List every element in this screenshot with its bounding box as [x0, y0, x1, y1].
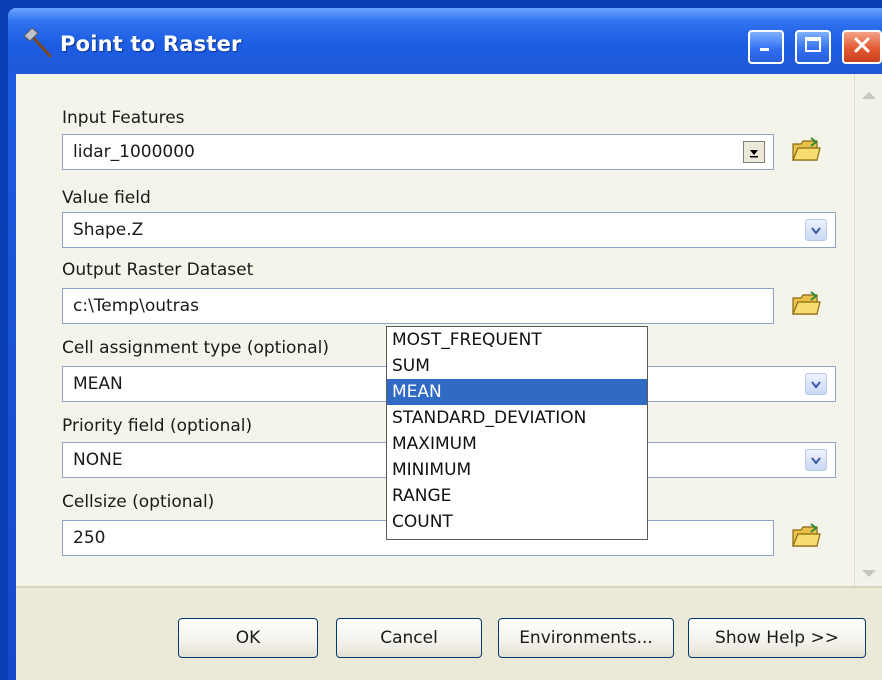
- dialog-window: Point to Raster Input Features lidar_100…: [8, 8, 882, 680]
- input-features-label: Input Features: [62, 108, 185, 128]
- input-features-value: lidar_1000000: [73, 142, 195, 162]
- ok-button[interactable]: OK: [178, 618, 318, 658]
- divider: [16, 586, 882, 588]
- dropdown-option-minimum[interactable]: MINIMUM: [387, 457, 647, 483]
- minimize-icon: [757, 36, 775, 58]
- close-icon: [852, 35, 872, 59]
- value-field-dropdown-button[interactable]: [805, 219, 827, 241]
- hammer-tool-icon: [20, 22, 60, 62]
- priority-field-value: NONE: [73, 450, 123, 470]
- folder-open-icon: [791, 522, 821, 554]
- maximize-icon: [803, 35, 823, 59]
- folder-open-icon: [791, 290, 821, 322]
- dropdown-option-range[interactable]: RANGE: [387, 483, 647, 509]
- cellsize-browse-button[interactable]: [790, 522, 822, 554]
- input-features-browse-button[interactable]: [790, 136, 822, 168]
- scroll-down-icon[interactable]: [862, 570, 876, 577]
- title-bar[interactable]: Point to Raster: [8, 8, 882, 74]
- cancel-button[interactable]: Cancel: [336, 618, 482, 658]
- maximize-button[interactable]: [795, 30, 831, 64]
- cell-assignment-dropdown-button[interactable]: [805, 373, 827, 395]
- input-features-combo[interactable]: lidar_1000000: [62, 134, 774, 170]
- input-features-dropdown-button[interactable]: [743, 141, 765, 163]
- parameters-pane: Input Features lidar_1000000 Value field…: [16, 74, 854, 586]
- window-title: Point to Raster: [60, 32, 242, 56]
- environments-button[interactable]: Environments...: [498, 618, 674, 658]
- cell-assignment-label: Cell assignment type (optional): [62, 338, 330, 358]
- vertical-scrollbar[interactable]: [854, 74, 882, 586]
- dropdown-option-count[interactable]: COUNT: [387, 509, 647, 535]
- chevron-down-icon: [748, 143, 760, 162]
- dropdown-option-maximum[interactable]: MAXIMUM: [387, 431, 647, 457]
- folder-open-icon: [791, 136, 821, 168]
- dropdown-option-mean[interactable]: MEAN: [387, 379, 647, 405]
- chevron-down-icon: [810, 451, 822, 470]
- cellsize-label: Cellsize (optional): [62, 492, 215, 512]
- output-raster-label: Output Raster Dataset: [62, 260, 254, 280]
- minimize-button[interactable]: [748, 30, 784, 64]
- chevron-down-icon: [810, 221, 822, 240]
- cell-assignment-dropdown-list[interactable]: MOST_FREQUENT SUM MEAN STANDARD_DEVIATIO…: [386, 326, 648, 540]
- close-button[interactable]: [842, 30, 882, 64]
- dropdown-option-sum[interactable]: SUM: [387, 353, 647, 379]
- value-field-select[interactable]: Shape.Z: [62, 212, 836, 248]
- output-raster-value: c:\Temp\outras: [73, 296, 199, 316]
- chevron-down-icon: [810, 375, 822, 394]
- output-raster-browse-button[interactable]: [790, 290, 822, 322]
- priority-field-dropdown-button[interactable]: [805, 449, 827, 471]
- show-help-button[interactable]: Show Help >>: [688, 618, 866, 658]
- priority-field-label: Priority field (optional): [62, 416, 253, 436]
- value-field-label: Value field: [62, 188, 151, 208]
- dropdown-option-most-frequent[interactable]: MOST_FREQUENT: [387, 327, 647, 353]
- value-field-value: Shape.Z: [73, 220, 144, 240]
- cellsize-value: 250: [73, 528, 106, 548]
- cell-assignment-value: MEAN: [73, 374, 123, 394]
- scroll-up-icon[interactable]: [862, 92, 876, 99]
- dropdown-option-standard-deviation[interactable]: STANDARD_DEVIATION: [387, 405, 647, 431]
- dialog-client: Input Features lidar_1000000 Value field…: [16, 74, 882, 680]
- output-raster-input[interactable]: c:\Temp\outras: [62, 288, 774, 324]
